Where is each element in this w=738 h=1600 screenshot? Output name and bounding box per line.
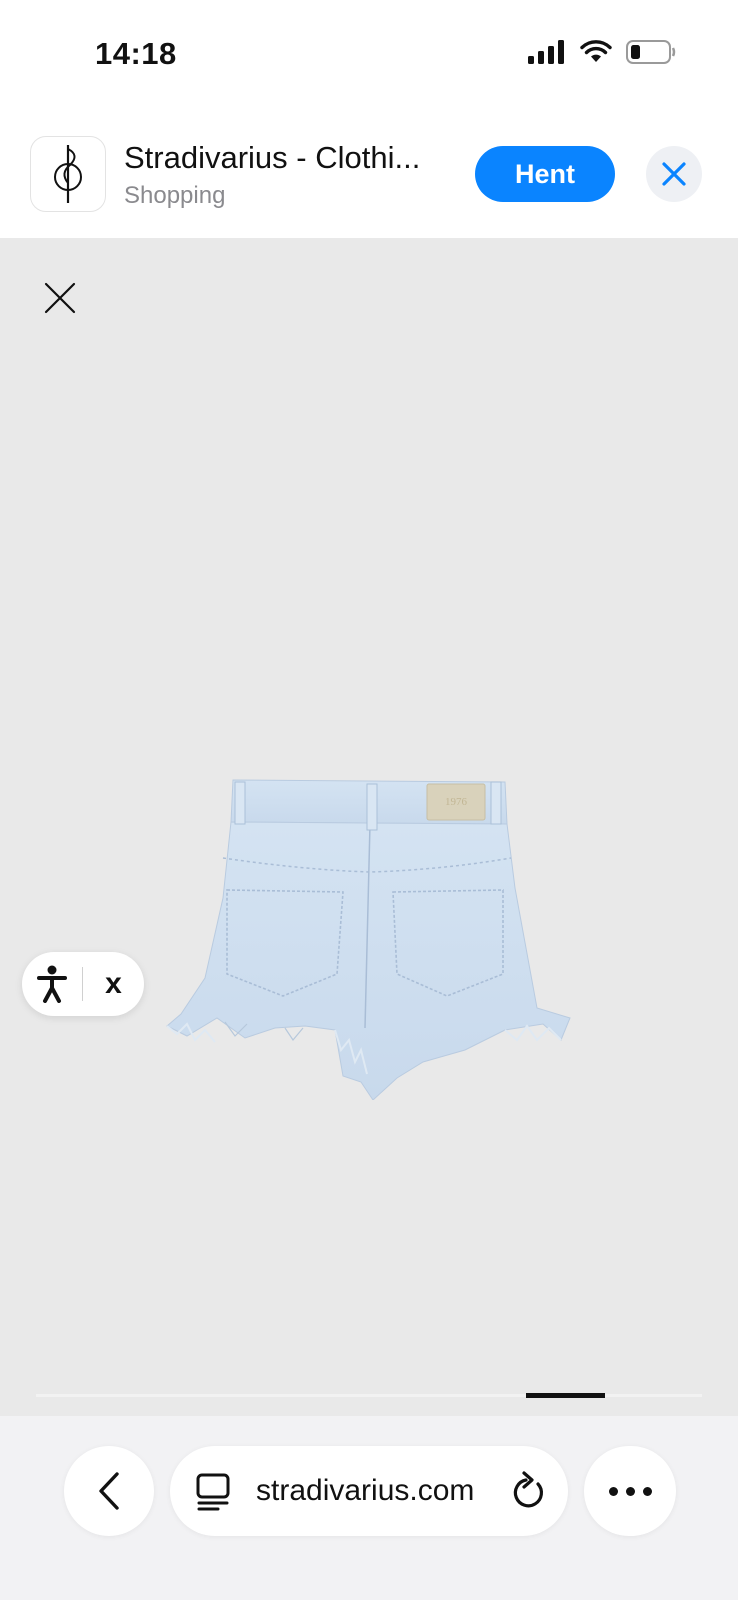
more-icon-dot [625,1486,635,1496]
accessibility-button[interactable] [22,952,82,1016]
accessibility-close-button[interactable]: x [83,967,144,1001]
viewer-close-button[interactable] [38,276,82,320]
wifi-icon [580,40,612,62]
status-bar: 14:18 [0,0,738,110]
app-category: Shopping [124,182,226,209]
get-app-button[interactable]: Hent [475,146,615,202]
product-image-viewer[interactable]: 1976 x [0,238,738,1416]
tabs-icon [196,1473,230,1511]
gallery-progress-track [36,1393,702,1398]
status-time: 14:18 [95,36,177,71]
cellular-signal-icon [528,40,564,64]
back-button[interactable] [64,1446,154,1536]
reload-icon[interactable] [510,1470,546,1512]
more-icon-dot [642,1486,652,1496]
banner-close-button[interactable] [646,146,702,202]
status-icons [528,40,676,64]
accessibility-widget: x [22,952,144,1016]
back-chevron-icon [99,1472,119,1510]
close-icon [44,282,76,314]
app-title: Stradivarius - Clothi... [124,140,421,175]
gallery-progress-indicator [525,1393,606,1398]
app-install-banner: Stradivarius - Clothi... Shopping Hent [0,110,738,238]
url-text: stradivarius.com [256,1474,475,1507]
more-icon [608,1486,618,1496]
product-image: 1976 [166,779,571,1100]
close-icon [662,162,686,186]
browser-toolbar: stradivarius.com [0,1416,738,1600]
battery-icon [626,40,676,64]
svg-text:1976: 1976 [445,796,468,808]
accessibility-person-icon [37,965,67,1003]
more-button[interactable] [584,1446,676,1536]
address-bar[interactable]: stradivarius.com [170,1446,568,1536]
stradivarius-logo-icon[interactable] [30,136,106,212]
